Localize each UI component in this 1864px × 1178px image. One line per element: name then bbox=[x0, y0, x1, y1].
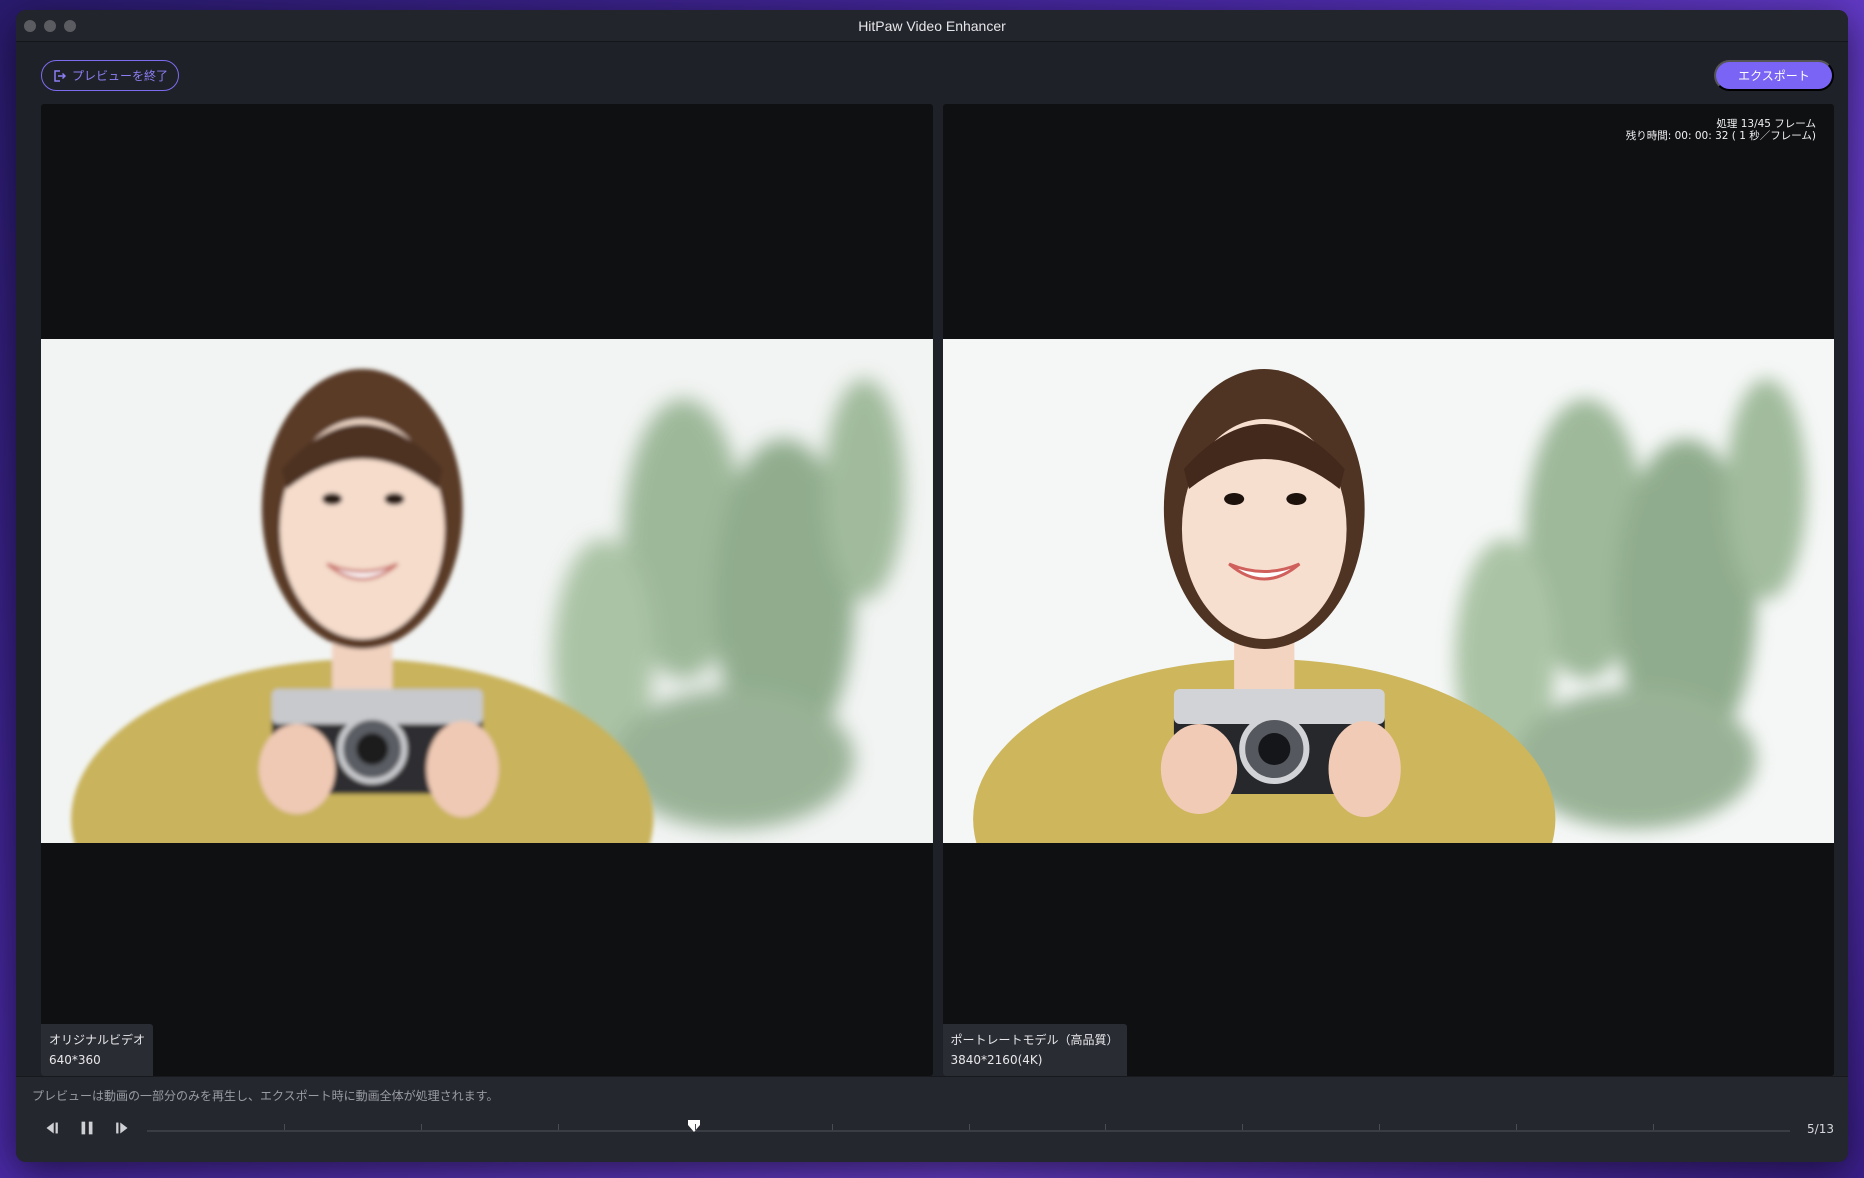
enhanced-video-pane: 処理 13/45 フレーム 残り時間: 00: 00: 32 ( 1 秒／フレー… bbox=[942, 104, 1834, 1076]
window-controls bbox=[24, 20, 76, 32]
timeline-tick bbox=[1242, 1124, 1244, 1130]
timeline-tick bbox=[1105, 1124, 1107, 1130]
previous-frame-icon bbox=[46, 1122, 58, 1134]
original-video-label: オリジナルビデオ 640*360 bbox=[41, 1024, 154, 1076]
timeline-tick bbox=[1516, 1124, 1518, 1130]
processing-frames: 処理 13/45 フレーム bbox=[1716, 118, 1816, 130]
exit-preview-label: プレビューを終了 bbox=[72, 69, 169, 83]
remaining-time: 残り時間: 00: 00: 32 ( 1 秒／フレーム) bbox=[1625, 130, 1816, 142]
next-frame-icon bbox=[116, 1122, 128, 1134]
zoom-window-button[interactable] bbox=[64, 20, 76, 32]
title-bar: HitPaw Video Enhancer bbox=[16, 10, 1848, 42]
window-title: HitPaw Video Enhancer bbox=[858, 17, 1006, 34]
timeline-tick bbox=[1379, 1124, 1381, 1130]
close-window-button[interactable] bbox=[24, 20, 36, 32]
previous-frame-button[interactable] bbox=[40, 1117, 62, 1139]
processing-info: 処理 13/45 フレーム 残り時間: 00: 00: 32 ( 1 秒／フレー… bbox=[1626, 118, 1816, 142]
playback-controls bbox=[40, 1117, 134, 1139]
export-button[interactable]: エクスポート bbox=[1714, 60, 1834, 91]
timeline-tick bbox=[557, 1124, 559, 1130]
preview-note: プレビューは動画の一部分のみを再生し、エクスポート時に動画全体が処理されます。 bbox=[32, 1089, 499, 1103]
original-video-resolution: 640*360 bbox=[49, 1053, 101, 1067]
app-window: HitPaw Video Enhancer プレビューを終了 エクスポート オリ… bbox=[16, 10, 1848, 1162]
timeline-tick bbox=[420, 1124, 422, 1130]
preview-panes: オリジナルビデオ 640*360 処理 13/45 フレーム 残り時間: 00:… bbox=[41, 104, 1834, 1076]
enhanced-video-label: ポートレートモデル（高品質） 3840*2160(4K) bbox=[942, 1024, 1127, 1076]
timeline-tick bbox=[283, 1124, 285, 1130]
enhanced-video-resolution: 3840*2160(4K) bbox=[950, 1053, 1043, 1067]
enhanced-model-name: ポートレートモデル（高品質） bbox=[950, 1033, 1119, 1047]
enhanced-video-frame bbox=[942, 339, 1834, 843]
timeline-tick bbox=[694, 1124, 696, 1130]
exit-preview-button[interactable]: プレビューを終了 bbox=[41, 60, 180, 91]
playback-footer: プレビューは動画の一部分のみを再生し、エクスポート時に動画全体が処理されます。 bbox=[16, 1076, 1848, 1162]
original-video-frame bbox=[41, 339, 933, 843]
original-video-pane: オリジナルビデオ 640*360 bbox=[41, 104, 933, 1076]
timeline-tick bbox=[968, 1124, 970, 1130]
timeline-tick bbox=[831, 1124, 833, 1130]
minimize-window-button[interactable] bbox=[44, 20, 56, 32]
next-frame-button[interactable] bbox=[112, 1117, 134, 1139]
exit-icon bbox=[52, 69, 67, 83]
pause-icon bbox=[81, 1121, 93, 1135]
toolbar: プレビューを終了 エクスポート bbox=[16, 42, 1848, 102]
frame-counter: 5/13 bbox=[1807, 1122, 1834, 1136]
timeline-tick bbox=[1653, 1124, 1655, 1130]
timeline-track[interactable] bbox=[147, 1120, 1790, 1132]
original-video-name: オリジナルビデオ bbox=[49, 1033, 146, 1047]
pause-button[interactable] bbox=[76, 1117, 98, 1139]
